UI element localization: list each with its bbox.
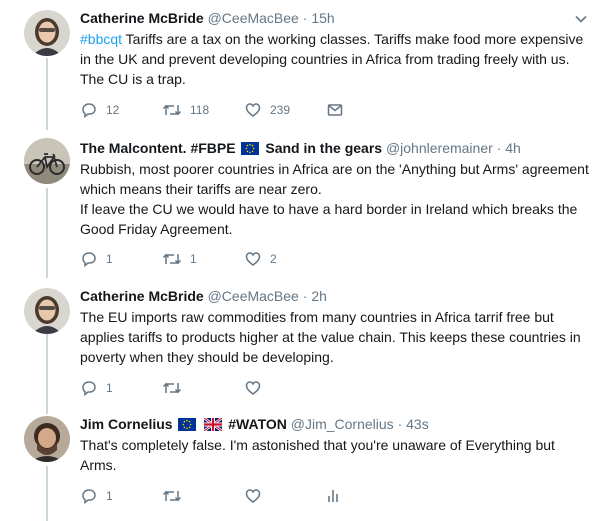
- like-button[interactable]: 2: [244, 250, 277, 268]
- retweet-button[interactable]: 118: [162, 101, 209, 119]
- timestamp[interactable]: 2h: [311, 288, 327, 304]
- reply-icon: [80, 487, 98, 505]
- tweet-text-paragraph: If leave the CU we would have to have a …: [80, 201, 578, 237]
- tweet-text: That's completely false. I'm astonished …: [80, 437, 555, 473]
- like-button[interactable]: 239: [244, 101, 290, 119]
- reply-button[interactable]: 1: [80, 487, 113, 505]
- tweet-text: Rubbish, most poorer countries in Africa…: [80, 159, 590, 239]
- heart-icon: [244, 487, 262, 505]
- retweet-button[interactable]: 1: [162, 250, 197, 268]
- retweet-icon: [162, 379, 182, 397]
- tweet[interactable]: Catherine McBride @CeeMacBee · 15h #bbcq…: [0, 0, 608, 130]
- avatar[interactable]: [24, 138, 70, 184]
- like-button[interactable]: [244, 379, 262, 397]
- separator: ·: [397, 416, 403, 432]
- like-count: 239: [270, 103, 291, 117]
- separator: ·: [302, 288, 308, 304]
- author-name-suffix[interactable]: #WATON: [228, 416, 287, 432]
- like-button[interactable]: [244, 487, 262, 505]
- chevron-down-icon[interactable]: [574, 12, 588, 26]
- timestamp[interactable]: 15h: [311, 10, 334, 26]
- uk-flag-icon: [204, 418, 223, 431]
- retweet-button[interactable]: [162, 487, 182, 505]
- retweet-count: 1: [190, 252, 197, 266]
- reply-count: 1: [106, 489, 113, 503]
- envelope-icon: [326, 101, 344, 119]
- author-handle[interactable]: @CeeMacBee: [208, 288, 299, 304]
- separator: ·: [496, 140, 502, 156]
- retweet-icon: [162, 101, 182, 119]
- retweet-count: 118: [190, 103, 210, 117]
- heart-icon: [244, 379, 262, 397]
- reply-count: 1: [106, 252, 113, 266]
- direct-message-button[interactable]: [326, 101, 344, 119]
- tweet[interactable]: Catherine McBride @CeeMacBee · 2h The EU…: [0, 278, 608, 406]
- author-handle[interactable]: @Jim_Cornelius: [291, 416, 394, 432]
- retweet-icon: [162, 250, 182, 268]
- tweet-text-paragraph: Rubbish, most poorer countries in Africa…: [80, 161, 589, 197]
- eu-flag-icon: [178, 418, 197, 431]
- reply-icon: [80, 250, 98, 268]
- timestamp[interactable]: 4h: [505, 140, 521, 156]
- reply-count: 12: [106, 103, 120, 117]
- author-name[interactable]: The Malcontent. #FBPE: [80, 140, 236, 156]
- reply-button[interactable]: 1: [80, 250, 113, 268]
- retweet-icon: [162, 487, 182, 505]
- heart-icon: [244, 250, 262, 268]
- heart-icon: [244, 101, 262, 119]
- author-handle[interactable]: @CeeMacBee: [208, 10, 299, 26]
- analytics-icon: [324, 487, 342, 505]
- separator: ·: [302, 10, 308, 26]
- author-handle[interactable]: @johnleremainer: [386, 140, 493, 156]
- avatar[interactable]: [24, 416, 70, 462]
- tweet[interactable]: Jim Cornelius #WATON @Jim_Cornelius · 43…: [0, 406, 608, 521]
- analytics-button[interactable]: [324, 487, 342, 505]
- reply-button[interactable]: 1: [80, 379, 113, 397]
- tweet[interactable]: The Malcontent. #FBPE Sand in the gears …: [0, 130, 608, 278]
- reply-icon: [80, 379, 98, 397]
- eu-flag-icon: [241, 142, 260, 155]
- timestamp[interactable]: 43s: [406, 416, 429, 432]
- author-name-suffix[interactable]: Sand in the gears: [265, 140, 382, 156]
- reply-icon: [80, 101, 98, 119]
- author-name[interactable]: Jim Cornelius: [80, 416, 173, 432]
- author-name[interactable]: Catherine McBride: [80, 10, 204, 26]
- author-name[interactable]: Catherine McBride: [80, 288, 204, 304]
- hashtag-link[interactable]: #bbcqt: [80, 31, 122, 47]
- tweet-text: The EU imports raw commodities from many…: [80, 309, 581, 365]
- avatar[interactable]: [24, 288, 70, 334]
- tweet-text: #bbcqt Tariffs are a tax on the working …: [80, 31, 584, 87]
- reply-count: 1: [106, 381, 113, 395]
- retweet-button[interactable]: [162, 379, 182, 397]
- like-count: 2: [270, 252, 277, 266]
- avatar[interactable]: [24, 10, 70, 56]
- reply-button[interactable]: 12: [80, 101, 119, 119]
